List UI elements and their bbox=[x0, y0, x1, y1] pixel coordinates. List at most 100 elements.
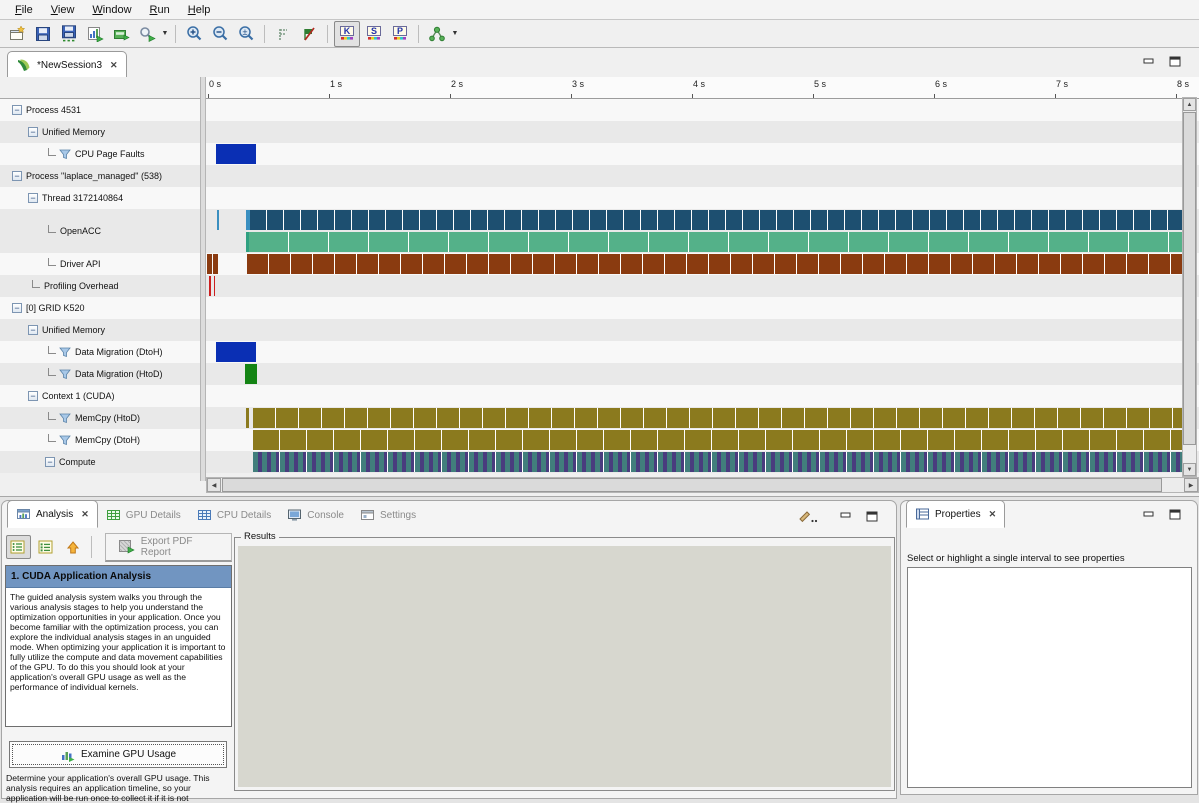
import-icon[interactable] bbox=[109, 22, 133, 46]
close-icon[interactable]: ✕ bbox=[81, 509, 89, 520]
tree-row-data-migration-dtoh[interactable]: Data Migration (DtoH) bbox=[0, 341, 200, 363]
collapse-toggle[interactable]: − bbox=[45, 457, 55, 467]
tab-analysis[interactable]: Analysis✕ bbox=[7, 500, 98, 528]
zoom-out-icon[interactable] bbox=[208, 22, 232, 46]
stream-mode-icon[interactable]: S bbox=[362, 22, 386, 46]
filter-icon[interactable] bbox=[59, 369, 71, 380]
tab-cpu-details[interactable]: CPU Details bbox=[189, 502, 279, 528]
tree-row-thread-3172140864[interactable]: −Thread 3172140864 bbox=[0, 187, 200, 209]
tree-row-0-grid-k520[interactable]: −[0] GRID K520 bbox=[0, 297, 200, 319]
save-icon[interactable] bbox=[31, 22, 55, 46]
horizontal-scrollbar[interactable]: ◀ ▶ bbox=[206, 477, 1199, 493]
process-mode-icon[interactable]: P bbox=[388, 22, 412, 46]
collapse-toggle[interactable]: − bbox=[28, 127, 38, 137]
timeline-interval[interactable] bbox=[250, 210, 1183, 230]
timeline-interval[interactable] bbox=[207, 254, 212, 274]
tree-row-process-4531[interactable]: −Process 4531 bbox=[0, 99, 200, 121]
filter-icon[interactable] bbox=[59, 149, 71, 160]
tab-settings[interactable]: Settings bbox=[352, 502, 424, 528]
collapse-toggle[interactable]: − bbox=[12, 171, 22, 181]
timeline-interval[interactable] bbox=[209, 276, 211, 296]
save-all-icon[interactable] bbox=[57, 22, 81, 46]
scroll-down-icon[interactable]: ▼ bbox=[1183, 463, 1196, 476]
zoom-fit-icon[interactable]: ± bbox=[234, 22, 258, 46]
session-tab[interactable]: *NewSession3 ✕ bbox=[7, 51, 127, 78]
timeline-interval[interactable] bbox=[246, 408, 249, 428]
filter-icon[interactable] bbox=[59, 413, 71, 424]
tree-row-unified-memory[interactable]: −Unified Memory bbox=[0, 319, 200, 341]
tree-row-process-laplace-managed-538[interactable]: −Process "laplace_managed" (538) bbox=[0, 165, 200, 187]
menu-run[interactable]: Run bbox=[141, 2, 179, 18]
close-icon[interactable]: ✕ bbox=[989, 509, 997, 520]
tree-elbow bbox=[48, 225, 56, 233]
vertical-scroll-thumb[interactable] bbox=[1183, 112, 1196, 445]
tree-row-cpu-page-faults[interactable]: CPU Page Faults bbox=[0, 143, 200, 165]
tab-gpu-details[interactable]: GPU Details bbox=[98, 502, 189, 528]
collapse-toggle[interactable]: − bbox=[28, 391, 38, 401]
profile-application-icon[interactable] bbox=[83, 22, 107, 46]
time-ruler[interactable]: 0 s1 s2 s3 s4 s5 s6 s7 s8 s bbox=[206, 77, 1199, 99]
timeline-chart[interactable] bbox=[206, 99, 1199, 473]
vertical-scrollbar[interactable]: ▲ ▼ bbox=[1182, 97, 1197, 477]
menu-window[interactable]: Window bbox=[83, 2, 140, 18]
horizontal-scroll-thumb[interactable] bbox=[222, 478, 1162, 492]
timeline-interval[interactable] bbox=[216, 342, 256, 362]
timeline-interval[interactable] bbox=[249, 232, 1183, 252]
tab-properties[interactable]: Properties ✕ bbox=[906, 500, 1005, 528]
filter-icon[interactable] bbox=[59, 347, 71, 358]
tree-row-data-migration-htod[interactable]: Data Migration (HtoD) bbox=[0, 363, 200, 385]
kernel-mode-icon[interactable]: K bbox=[334, 21, 360, 47]
timeline-interval[interactable] bbox=[245, 364, 256, 384]
new-session-icon[interactable] bbox=[5, 22, 29, 46]
menu-view[interactable]: View bbox=[42, 2, 84, 18]
tree-row-profiling-overhead[interactable]: Profiling Overhead bbox=[0, 275, 200, 297]
minimize-icon[interactable] bbox=[1143, 57, 1155, 67]
guided-analysis-icon[interactable] bbox=[6, 535, 31, 559]
timeline-interval[interactable] bbox=[216, 144, 256, 164]
maximize-icon[interactable] bbox=[866, 511, 878, 522]
view-menu-icon[interactable] bbox=[796, 509, 818, 523]
tree-row-openacc[interactable]: OpenACC bbox=[0, 209, 200, 253]
maximize-icon[interactable] bbox=[1169, 56, 1181, 67]
timeline-interval[interactable] bbox=[213, 254, 218, 274]
run-analysis-icon[interactable] bbox=[135, 22, 159, 46]
maximize-icon[interactable] bbox=[1169, 509, 1181, 520]
minimize-icon[interactable] bbox=[840, 511, 852, 521]
menu-file[interactable]: File bbox=[6, 2, 42, 18]
tree-row-memcpy-htod[interactable]: MemCpy (HtoD) bbox=[0, 407, 200, 429]
timeline-interval[interactable] bbox=[214, 276, 216, 296]
tab-console[interactable]: Console bbox=[279, 502, 352, 528]
collapse-toggle[interactable]: − bbox=[12, 303, 22, 313]
timeline-interval[interactable] bbox=[253, 430, 1183, 450]
zoom-in-icon[interactable] bbox=[182, 22, 206, 46]
dropdown-arrow-icon[interactable]: ▼ bbox=[450, 30, 460, 37]
timeline-interval[interactable] bbox=[217, 210, 219, 230]
dropdown-arrow-icon[interactable]: ▼ bbox=[160, 30, 170, 37]
collapse-toggle[interactable]: − bbox=[12, 105, 22, 115]
tree-row-context-1-cuda[interactable]: −Context 1 (CUDA) bbox=[0, 385, 200, 407]
collapse-toggle[interactable]: − bbox=[28, 325, 38, 335]
export-pdf-report-button[interactable]: Export PDF Report bbox=[105, 533, 232, 562]
scroll-up-icon[interactable]: ▲ bbox=[1183, 98, 1196, 111]
scroll-right-icon[interactable]: ▶ bbox=[1184, 478, 1198, 492]
close-icon[interactable]: ✕ bbox=[110, 60, 118, 71]
filter-icon[interactable] bbox=[59, 435, 71, 446]
tree-row-memcpy-dtoh[interactable]: MemCpy (DtoH) bbox=[0, 429, 200, 451]
menu-help[interactable]: Help bbox=[179, 2, 220, 18]
collapse-all-icon[interactable] bbox=[61, 536, 84, 558]
timeline-interval[interactable] bbox=[247, 254, 1183, 274]
timeline-interval[interactable] bbox=[253, 452, 1184, 472]
collapse-toggle[interactable]: − bbox=[28, 193, 38, 203]
tree-row-compute[interactable]: −Compute bbox=[0, 451, 200, 473]
minimize-icon[interactable] bbox=[1143, 510, 1155, 520]
timeline-interval[interactable] bbox=[253, 408, 1184, 428]
unguided-analysis-icon[interactable] bbox=[35, 536, 58, 558]
tree-row-label: Driver API bbox=[60, 259, 101, 269]
tree-row-driver-api[interactable]: Driver API bbox=[0, 253, 200, 275]
tree-row-unified-memory[interactable]: −Unified Memory bbox=[0, 121, 200, 143]
prev-marker-icon[interactable] bbox=[271, 22, 295, 46]
next-marker-icon[interactable] bbox=[297, 22, 321, 46]
scroll-left-icon[interactable]: ◀ bbox=[207, 478, 221, 492]
examine-gpu-usage-button[interactable]: Examine GPU Usage bbox=[9, 741, 227, 768]
analysis-icon[interactable] bbox=[425, 22, 449, 46]
